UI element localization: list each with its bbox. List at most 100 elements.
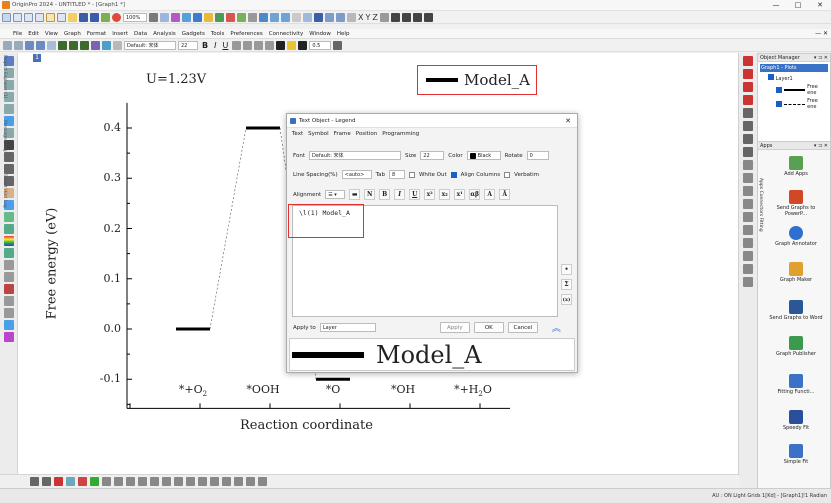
sqrt-tool-icon[interactable] [3,320,14,330]
next-page-icon[interactable] [412,13,422,22]
copy-page-icon[interactable] [160,13,169,22]
matrix-icon[interactable] [80,41,89,50]
new-matrix-icon[interactable] [35,13,44,22]
filter-icon[interactable] [303,13,312,22]
undo-icon[interactable] [25,41,34,50]
code-builder-icon[interactable] [248,13,257,22]
menu-close-button[interactable]: — ✕ [812,30,831,37]
subscript-format-button[interactable]: x₂ [439,189,451,200]
bold-button[interactable]: B [202,41,208,50]
plot3d-style-icon[interactable] [138,477,147,486]
normal-format-button[interactable]: N [364,189,376,200]
app-send-graphs-powerpoint[interactable]: Send Graphs to PowerP... [766,190,826,217]
apps-vertical-tabs[interactable]: Apps Connectors Fitting [758,178,763,232]
plot2-visible-checkbox[interactable] [776,101,782,107]
fill-style-icon[interactable] [66,477,75,486]
last-page-icon[interactable] [423,13,433,22]
menu-help[interactable]: Help [334,31,353,37]
menu-preferences[interactable]: Preferences [227,31,265,37]
superscript-icon[interactable] [232,41,242,50]
recalculate-icon[interactable] [112,13,121,22]
rescale-icon[interactable] [193,13,202,22]
pointer-icon[interactable] [3,41,12,50]
tree-plot-item-2[interactable]: Free ene [760,98,828,110]
frame-button[interactable]: ▬ [349,189,361,200]
menu-connectivity[interactable]: Connectivity [266,31,306,37]
tab-project-explorer[interactable]: Project Explorer (1) [0,55,7,98]
x-function-icon[interactable] [259,13,268,22]
redo-icon[interactable] [36,41,45,50]
bubble-style-icon[interactable] [186,477,195,486]
tab-text[interactable]: Text [292,131,303,137]
waterfall-style-icon[interactable] [174,477,183,486]
zoom-out-icon[interactable] [336,13,345,22]
font-select[interactable]: Default: 宋体 [124,41,176,50]
plot1-visible-checkbox[interactable] [776,87,782,93]
greek-format-button[interactable]: αβ [469,189,481,200]
apply-button[interactable]: Apply [439,322,470,333]
menu-data[interactable]: Data [131,31,150,37]
app-send-graphs-word[interactable]: Send Graphs to Word [766,300,826,321]
pie-style-icon[interactable] [102,477,111,486]
subscript-icon[interactable] [243,41,253,50]
apps-pin-icon[interactable]: ▾ ⊐ ✕ [814,143,828,149]
dialog-color-select[interactable]: Black [466,151,501,160]
dialog-font-select[interactable]: Default: 宋体 [308,151,401,160]
multi-panel-icon[interactable] [743,147,753,157]
new-workbook-icon[interactable] [13,13,22,22]
font-color-icon[interactable] [276,41,286,50]
rescale-axis-icon[interactable] [379,13,389,22]
first-page-icon[interactable] [390,13,400,22]
bar-style-icon[interactable] [54,477,63,486]
insert-symbol-button[interactable]: • [561,264,572,275]
line-style-icon[interactable] [30,477,39,486]
box-plot-icon[interactable] [743,238,753,248]
ok-button[interactable]: OK [473,322,504,333]
x-axis-title[interactable]: Reaction coordinate [240,418,373,433]
line-color-icon[interactable] [298,41,308,50]
stat-style-icon[interactable] [114,477,123,486]
fill-color-icon[interactable] [287,41,297,50]
contour-plot-icon[interactable] [743,251,753,261]
pattern-icon[interactable] [333,41,343,50]
refresh-icon[interactable] [182,13,191,22]
layer-management-icon[interactable] [204,13,213,22]
insert-sigma-button[interactable]: Σ [561,279,572,290]
import-icon[interactable] [101,13,110,22]
zoom-in-icon[interactable] [325,13,334,22]
zoom-select[interactable]: 100% [123,13,147,22]
rotate-select[interactable]: 0 [526,151,549,160]
bar-chart-icon[interactable] [270,13,279,22]
minimize-button[interactable]: — [765,1,787,9]
table-icon[interactable] [58,41,67,50]
menu-file[interactable]: File [10,31,25,37]
colormap-style-icon[interactable] [90,477,99,486]
save-icon[interactable] [79,13,88,22]
spline-plot-icon[interactable] [743,108,753,118]
vector-style-icon[interactable] [150,477,159,486]
maximize-button[interactable]: □ [787,1,809,9]
stack-plot-icon[interactable] [743,134,753,144]
shapes-icon[interactable] [113,41,122,50]
script-window-icon[interactable] [237,13,246,22]
dialog-size-select[interactable]: 22 [420,151,445,160]
column-chart-icon[interactable] [281,13,290,22]
align-columns-checkbox[interactable] [450,171,457,178]
page-number-tab[interactable]: 1 [33,54,41,62]
tab-smart-hint-log[interactable]: Smart Hint Log [0,174,7,208]
object-manager-pin-icon[interactable]: ▾ ⊐ ✕ [814,55,828,61]
column-plot-icon[interactable] [743,199,753,209]
reader-icon[interactable] [314,13,323,22]
app-fitting-function[interactable]: Fitting Functi... [766,374,826,395]
menu-analysis[interactable]: Analysis [150,31,179,37]
menu-window[interactable]: Window [306,31,334,37]
plot-setup-icon[interactable] [91,41,100,50]
tree-layer-item[interactable]: Layer1 [760,74,828,82]
ternary-style-icon[interactable] [234,477,243,486]
surface-plot-icon[interactable] [743,264,753,274]
menu-tools[interactable]: Tools [208,31,228,37]
grid-plot-icon[interactable] [743,212,753,222]
open-icon[interactable] [68,13,77,22]
white-out-checkbox[interactable] [408,171,415,178]
ternary-plot-icon[interactable] [743,277,753,287]
